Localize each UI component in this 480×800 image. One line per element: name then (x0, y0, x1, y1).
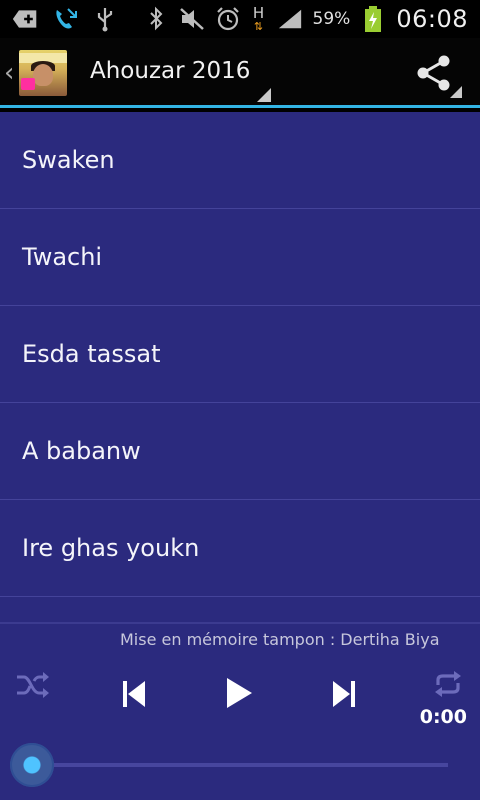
battery-charging-icon (360, 6, 386, 32)
status-bar-right: H ⇅ 59% 06:08 (143, 0, 468, 38)
song-title: Ire ghas youkn (22, 534, 200, 562)
shuffle-button[interactable] (12, 668, 54, 702)
usb-icon (92, 6, 118, 32)
song-list: Swaken Twachi Esda tassat A babanw Ire g… (0, 112, 480, 622)
repeat-button[interactable] (428, 666, 468, 702)
app-logo[interactable] (19, 50, 67, 96)
action-bar-accent-line (0, 105, 480, 108)
overflow-indicator (450, 86, 462, 98)
next-button[interactable] (322, 674, 366, 714)
list-item[interactable]: Esda tassat (0, 306, 480, 403)
network-type-icon: H ⇅ (252, 4, 265, 33)
song-title: Esda tassat (22, 340, 161, 368)
list-item[interactable]: Ire ghas youkn (0, 500, 480, 597)
status-bar: H ⇅ 59% 06:08 (0, 0, 480, 38)
list-item[interactable]: Twachi (0, 209, 480, 306)
bluetooth-icon (143, 6, 169, 32)
seek-bar-track[interactable] (34, 763, 448, 767)
page-title[interactable]: Ahouzar 2016 (90, 58, 250, 84)
elapsed-time: 0:00 (419, 706, 467, 728)
buffering-status: Mise en mémoire tampon : Dertiha Biya (120, 630, 440, 649)
song-title: A babanw (22, 437, 141, 465)
previous-button[interactable] (112, 674, 156, 714)
back-chevron-icon[interactable]: ‹ (4, 56, 18, 90)
play-button[interactable] (214, 670, 264, 716)
list-item[interactable]: A babanw (0, 403, 480, 500)
shuffle-icon (17, 672, 49, 698)
player-controls: Mise en mémoire tampon : Dertiha Biya 0:… (0, 622, 480, 800)
play-icon (227, 678, 252, 708)
next-icon (333, 681, 355, 707)
silent-icon (179, 6, 205, 32)
alarm-icon (215, 6, 241, 32)
repeat-icon (435, 671, 461, 697)
signal-icon (277, 6, 303, 32)
seek-bar-thumb[interactable] (10, 743, 54, 787)
list-item[interactable]: Swaken (0, 112, 480, 209)
battery-percent: 59% (312, 9, 351, 29)
action-bar: ‹ Ahouzar 2016 (0, 38, 480, 108)
status-bar-left (12, 0, 118, 38)
add-icon (12, 6, 38, 32)
share-icon (417, 55, 450, 91)
clock: 06:08 (396, 5, 468, 33)
song-title: Twachi (22, 243, 103, 271)
title-dropdown-indicator (257, 88, 271, 102)
song-title: Swaken (22, 146, 115, 174)
previous-icon (123, 681, 145, 707)
missed-call-icon (52, 6, 78, 32)
